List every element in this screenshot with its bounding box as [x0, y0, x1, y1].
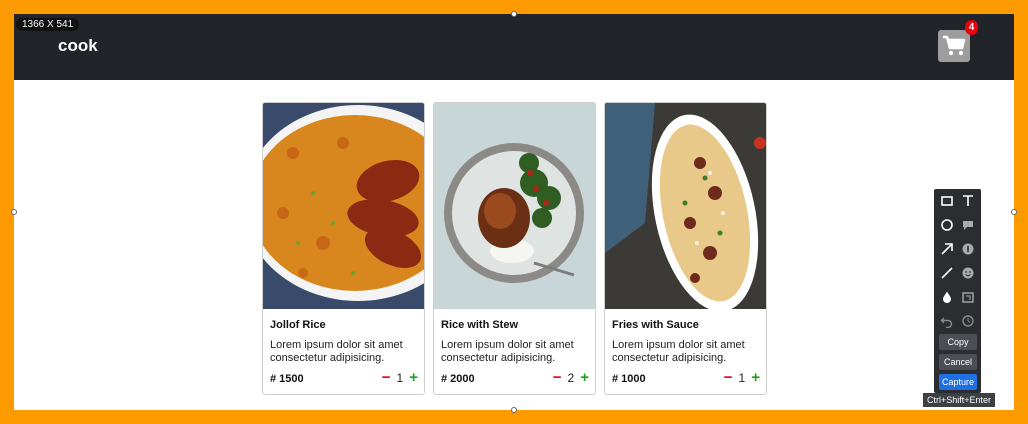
increase-button[interactable]: +	[409, 370, 418, 385]
ellipse-icon[interactable]	[938, 216, 956, 234]
product-card: Fries with Sauce Lorem ipsum dolor sit a…	[604, 102, 767, 395]
quantity-value: 1	[738, 370, 746, 385]
product-description: Lorem ipsum dolor sit amet consectetur a…	[612, 339, 745, 364]
cart-icon	[943, 35, 966, 56]
undo-icon[interactable]	[938, 312, 956, 330]
capture-dimensions-badge: 1366 X 541	[16, 18, 80, 31]
product-image	[605, 103, 766, 309]
blur-icon[interactable]	[938, 288, 956, 306]
navbar: cook 4	[14, 14, 1014, 80]
shortcut-hint: Ctrl+Shift+Enter	[923, 393, 996, 407]
product-card: Rice with Stew Lorem ipsum dolor sit ame…	[433, 102, 596, 395]
increase-button[interactable]: +	[751, 370, 760, 385]
line-icon[interactable]	[938, 264, 956, 282]
capture-toolbar: Copy Cancel Capture	[934, 189, 981, 393]
redo-icon[interactable]	[959, 312, 977, 330]
product-image	[434, 103, 595, 309]
number-icon[interactable]	[959, 240, 977, 258]
quantity-value: 2	[567, 370, 575, 385]
increase-button[interactable]: +	[580, 370, 589, 385]
product-title: Rice with Stew	[441, 319, 519, 331]
product-description: Lorem ipsum dolor sit amet consectetur a…	[270, 339, 403, 364]
quantity-value: 1	[396, 370, 404, 385]
resize-handle-right[interactable]	[1011, 209, 1017, 215]
quantity-stepper: − 2 +	[553, 370, 589, 385]
product-price: # 2000	[441, 373, 475, 385]
product-description: Lorem ipsum dolor sit amet consectetur a…	[441, 339, 574, 364]
comment-icon[interactable]	[959, 216, 977, 234]
copy-button[interactable]: Copy	[939, 334, 977, 350]
quantity-stepper: − 1 +	[382, 370, 418, 385]
decrease-button[interactable]: −	[724, 370, 733, 385]
emoji-icon[interactable]	[959, 264, 977, 282]
brand-logo[interactable]: cook	[58, 36, 98, 56]
arrow-icon[interactable]	[938, 240, 956, 258]
text-icon[interactable]	[959, 192, 977, 210]
product-card: Jollof Rice Lorem ipsum dolor sit amet c…	[262, 102, 425, 395]
resize-handle-top[interactable]	[511, 11, 517, 17]
product-image	[263, 103, 424, 309]
page-viewport: cook 4 Jollof Rice Lorem ipsum dolor sit…	[14, 14, 1014, 410]
cart-button[interactable]	[938, 30, 970, 62]
product-price: # 1000	[612, 373, 646, 385]
capture-button[interactable]: Capture	[939, 374, 977, 390]
crop-icon[interactable]	[959, 288, 977, 306]
rectangle-icon[interactable]	[938, 192, 956, 210]
resize-handle-bottom[interactable]	[511, 407, 517, 413]
product-price: # 1500	[270, 373, 304, 385]
quantity-stepper: − 1 +	[724, 370, 760, 385]
cart-count-badge: 4	[965, 20, 978, 35]
cancel-button[interactable]: Cancel	[939, 354, 977, 370]
resize-handle-left[interactable]	[11, 209, 17, 215]
decrease-button[interactable]: −	[553, 370, 562, 385]
product-title: Jollof Rice	[270, 319, 326, 331]
decrease-button[interactable]: −	[382, 370, 391, 385]
product-title: Fries with Sauce	[612, 319, 699, 331]
